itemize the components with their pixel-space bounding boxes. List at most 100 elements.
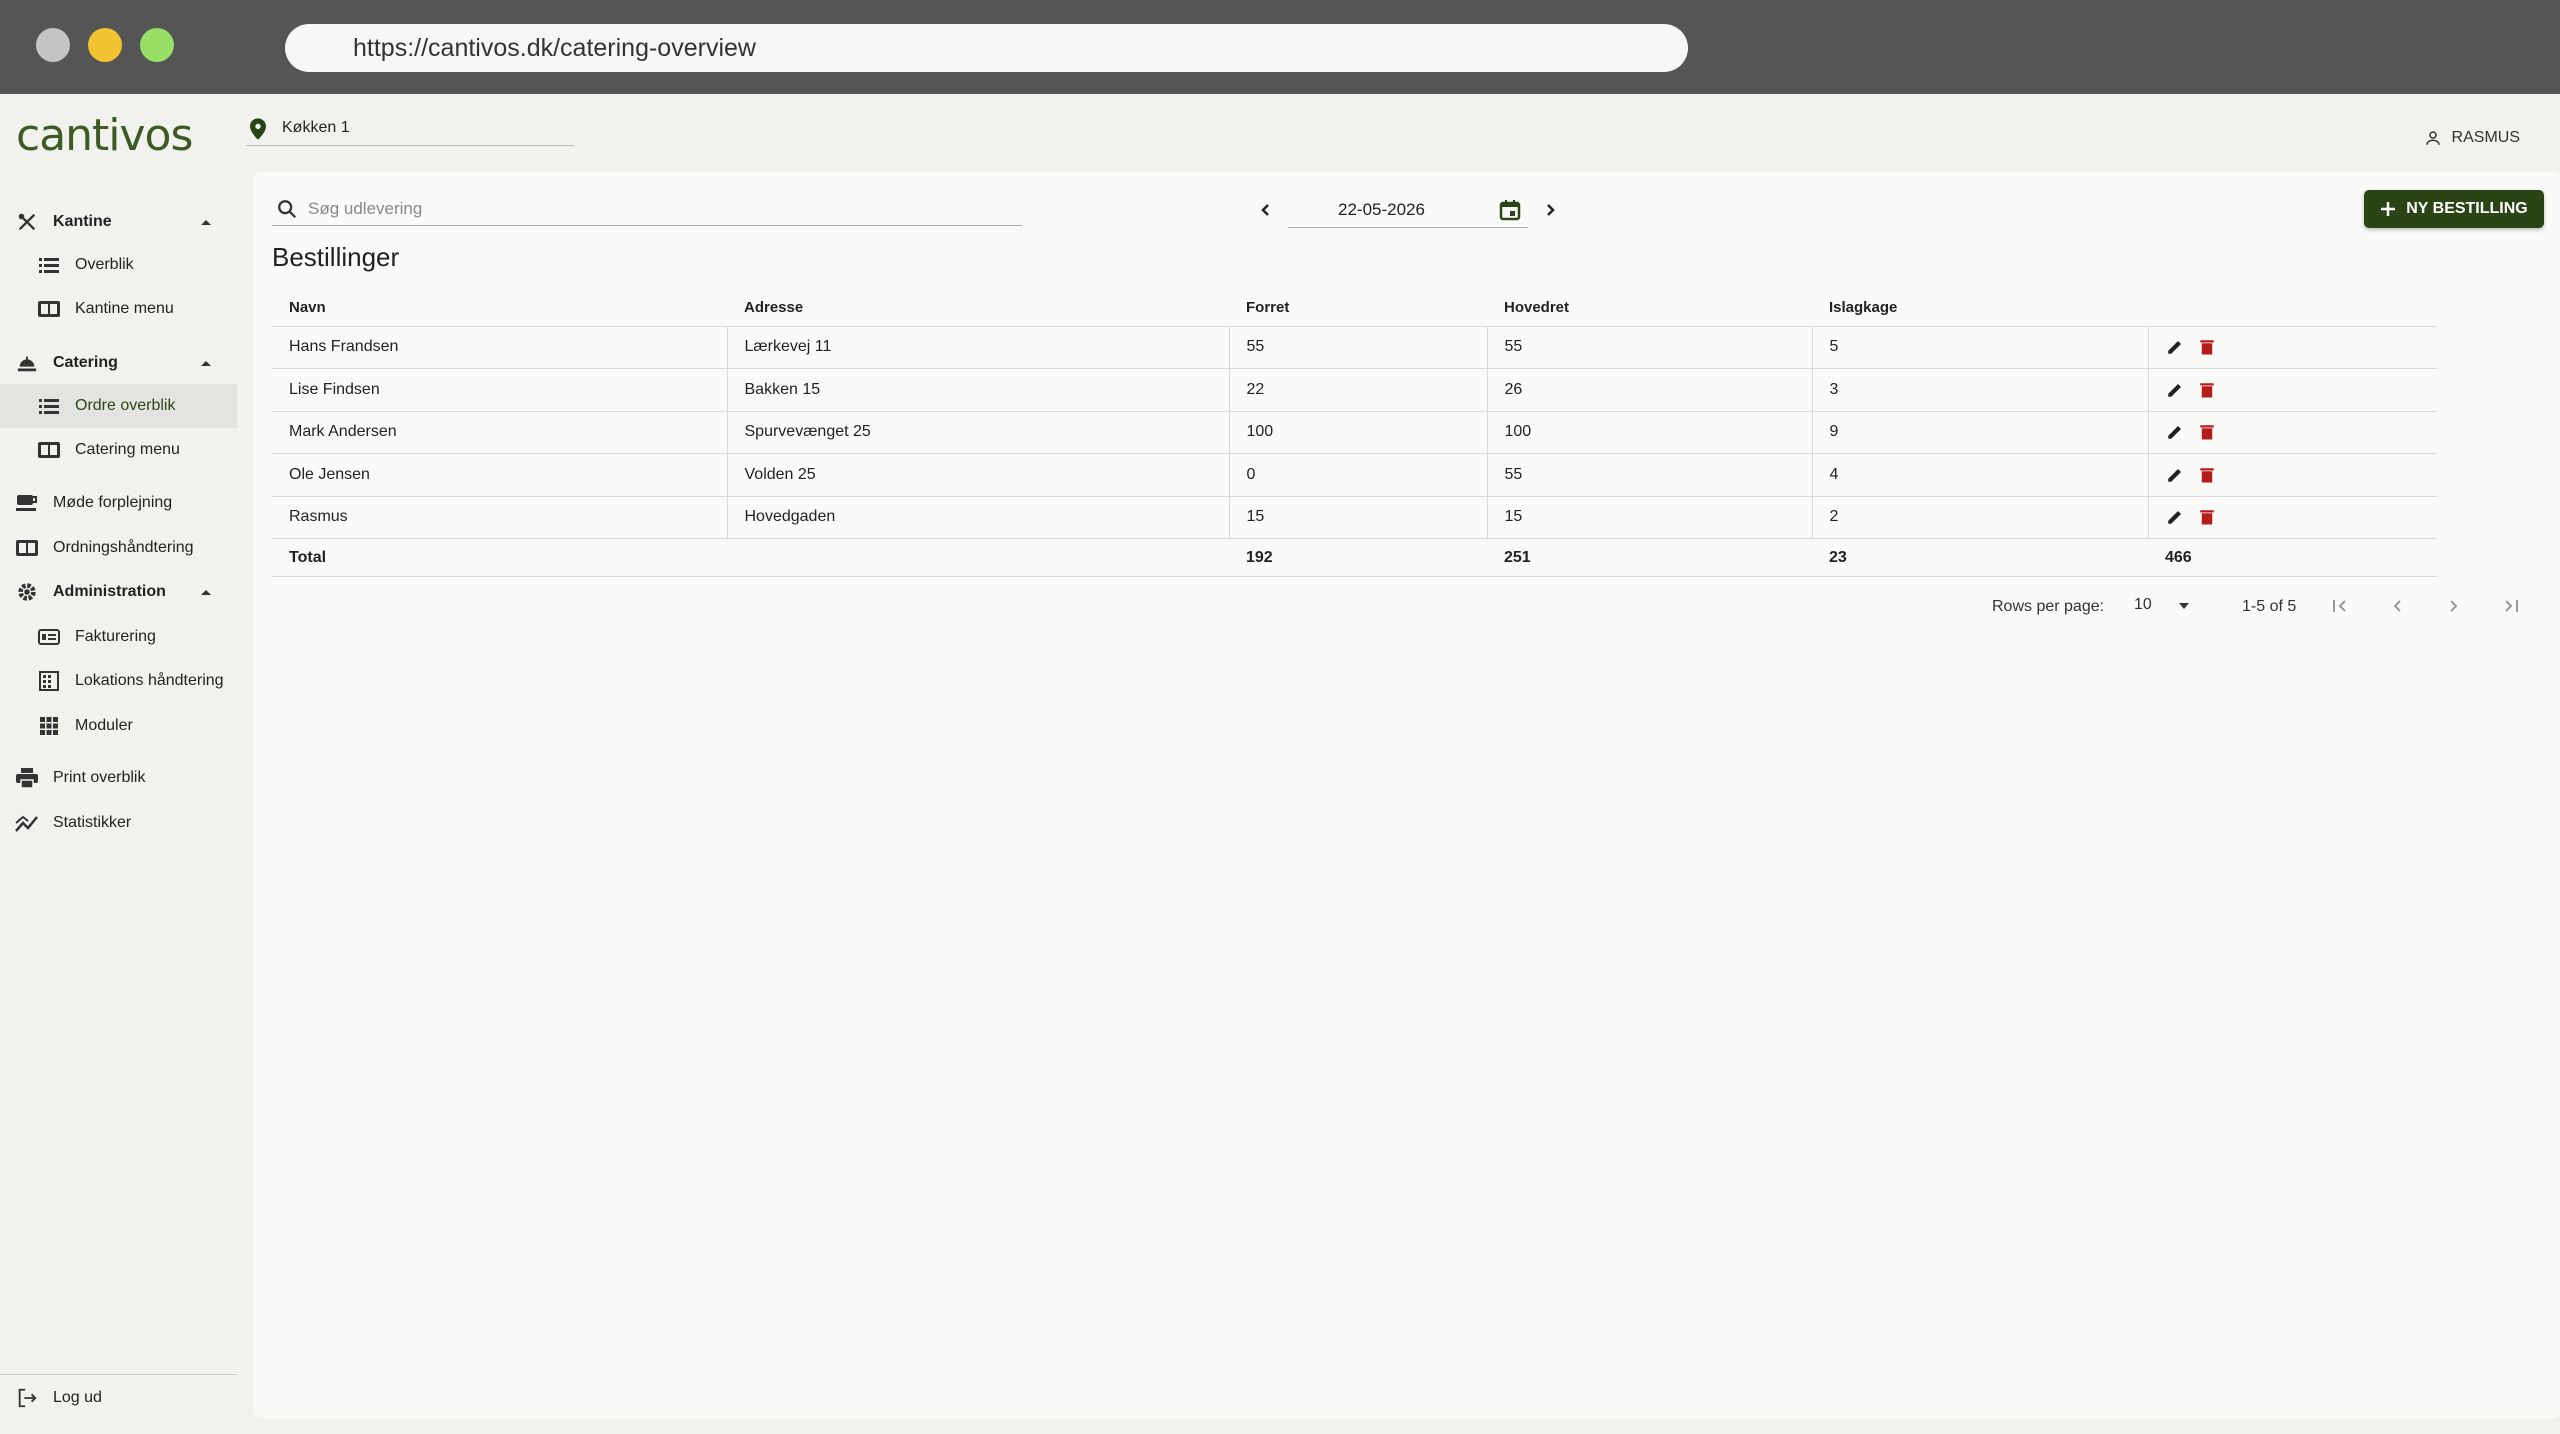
delete-icon[interactable] [2198,466,2216,484]
window-minimize-button[interactable] [88,28,122,62]
date-field[interactable]: 22-05-2026 [1288,190,1528,228]
cell-forret: 22 [1229,368,1488,412]
cell-name: Mark Andersen [272,411,728,454]
column-header-navn[interactable]: Navn [272,290,727,327]
location-selector[interactable]: Køkken 1 [246,112,574,146]
edit-icon[interactable] [2166,338,2184,356]
cell-actions [2148,496,2437,539]
logout-icon [14,1385,40,1411]
cell-actions [2148,453,2437,497]
chevron-left-icon[interactable] [1254,198,1278,222]
page-title: Bestillinger [272,242,400,272]
invoice-icon [36,624,62,650]
gear-icon [14,579,40,605]
window-close-button[interactable] [36,28,70,62]
cell-islagkage: 9 [1812,411,2149,454]
total-empty [727,538,1229,577]
person-icon [2425,131,2440,145]
cell-islagkage: 3 [1812,368,2149,412]
cell-address: Hovedgaden [727,496,1230,539]
sidebar-item-kantine-menu[interactable]: Kantine menu [0,287,237,331]
cantivos-logo[interactable]: cantivos [16,110,193,164]
user-menu[interactable]: RASMUS [2424,126,2520,150]
sidebar-item-catering[interactable]: Catering [0,341,237,385]
sidebar-item-moduler[interactable]: Moduler [0,704,237,748]
main-panel: 22-05-2026 NY BESTILLING Bestillinger Na… [254,172,2560,1418]
sidebar-item-ordningshandtering[interactable]: Ordningshåndtering [0,526,237,570]
cell-address: Lærkevej 11 [727,326,1230,369]
column-header-forret[interactable]: Forret [1229,290,1487,327]
table-row[interactable]: Ole Jensen Volden 25 0 55 4 [272,453,2437,497]
search-field[interactable] [272,192,1022,226]
cell-islagkage: 4 [1812,453,2149,497]
sidebar-item-fakturering[interactable]: Fakturering [0,615,237,659]
chart-line-icon [14,810,40,836]
edit-icon[interactable] [2166,508,2184,526]
cell-name: Rasmus [272,496,728,539]
last-page-icon[interactable] [2499,594,2523,618]
first-page-icon[interactable] [2328,594,2352,618]
edit-icon[interactable] [2166,381,2184,399]
table-row[interactable]: Rasmus Hovedgaden 15 15 2 [272,496,2437,539]
column-header-islagkage[interactable]: Islagkage [1812,290,2148,327]
date-picker: 22-05-2026 [1254,190,1624,228]
delete-icon[interactable] [2198,338,2216,356]
cutlery-icon [14,209,40,235]
cell-address: Bakken 15 [727,368,1230,412]
list-icon [36,252,62,278]
delete-icon[interactable] [2198,423,2216,441]
delete-icon[interactable] [2198,508,2216,526]
table-header-row: Navn Adresse Forret Hovedret Islagkage [272,290,2437,327]
rows-per-page-select[interactable]: 10 [2134,594,2194,618]
column-header-actions [2148,290,2437,327]
sidebar-item-overblik[interactable]: Overblik [0,243,237,287]
table-row[interactable]: Mark Andersen Spurvevænget 25 100 100 9 [272,411,2437,454]
sidebar-item-catering-menu[interactable]: Catering menu [0,428,237,472]
print-icon [14,765,40,791]
logout-button[interactable]: Log ud [0,1376,237,1420]
next-page-icon[interactable] [2442,594,2466,618]
column-header-adresse[interactable]: Adresse [727,290,1229,327]
sidebar-item-statistikker[interactable]: Statistikker [0,801,237,845]
column-header-hovedret[interactable]: Hovedret [1487,290,1812,327]
plus-icon [2381,202,2396,216]
chevron-right-icon[interactable] [1538,198,1562,222]
window-maximize-button[interactable] [140,28,174,62]
new-order-label: NY BESTILLING [2406,200,2528,217]
cell-actions [2148,326,2437,369]
calendar-icon[interactable] [1498,198,1522,222]
pagination-range: 1-5 of 5 [2242,598,2297,615]
browser-chrome: https://cantivos.dk/catering-overview [0,0,2560,94]
sidebar-item-lokations-handtering[interactable]: Lokations håndtering [0,659,237,703]
edit-icon[interactable] [2166,466,2184,484]
table-row[interactable]: Lise Findsen Bakken 15 22 26 3 [272,368,2437,412]
sidebar-divider [0,1374,237,1375]
cell-address: Volden 25 [727,453,1230,497]
delete-icon[interactable] [2198,381,2216,399]
cell-hovedret: 100 [1487,411,1813,454]
sidebar-item-print-overblik[interactable]: Print overblik [0,756,237,800]
cell-name: Hans Frandsen [272,326,728,369]
orders-table: Navn Adresse Forret Hovedret Islagkage H… [272,290,2437,577]
sidebar-item-ordre-overblik[interactable]: Ordre overblik [0,384,237,428]
address-bar[interactable]: https://cantivos.dk/catering-overview [285,24,1688,72]
chevron-up-icon[interactable] [199,585,213,599]
pagination: Rows per page: 10 1-5 of 5 [1992,590,2552,620]
cell-name: Ole Jensen [272,453,728,497]
cell-islagkage: 5 [1812,326,2149,369]
sidebar-item-mode-forplejning[interactable]: Møde forplejning [0,481,237,525]
total-hovedret: 251 [1487,538,1812,577]
sidebar-item-administration[interactable]: Administration [0,570,237,614]
total-sum: 466 [2148,538,2437,577]
new-order-button[interactable]: NY BESTILLING [2364,190,2544,228]
search-input[interactable] [308,196,1008,222]
cell-forret: 100 [1229,411,1488,454]
cell-hovedret: 26 [1487,368,1813,412]
edit-icon[interactable] [2166,423,2184,441]
total-forret: 192 [1229,538,1487,577]
sidebar-item-kantine[interactable]: Kantine [0,200,237,244]
table-row[interactable]: Hans Frandsen Lærkevej 11 55 55 5 [272,326,2437,369]
chevron-up-icon[interactable] [199,356,213,370]
chevron-up-icon[interactable] [199,215,213,229]
previous-page-icon[interactable] [2385,594,2409,618]
